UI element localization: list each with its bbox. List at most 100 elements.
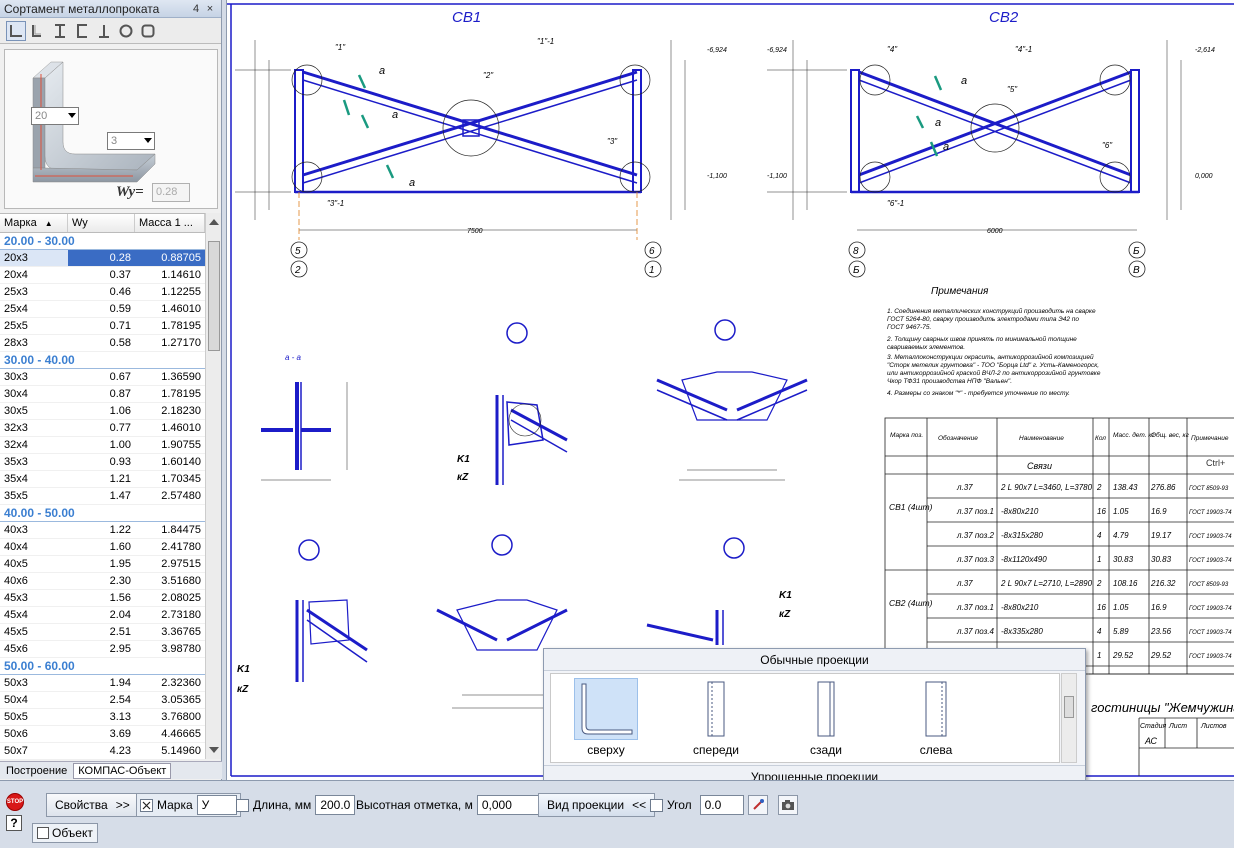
- camera-icon[interactable]: [778, 795, 798, 815]
- spec-cell: л.37 поз.1: [956, 603, 994, 612]
- cell-mass: 2.57480: [161, 490, 201, 502]
- angle-group: Угол 0.0: [650, 795, 744, 815]
- catalog-row[interactable]: 50x5 3.13 3.76800: [0, 709, 205, 726]
- angle-profile-icon[interactable]: [6, 20, 26, 41]
- cell-wy: 0.28: [68, 250, 135, 266]
- catalog-row[interactable]: 30x3 0.67 1.36590: [0, 369, 205, 386]
- cell-marka: 50x6: [4, 728, 28, 740]
- catalog-row[interactable]: 25x5 0.71 1.78195: [0, 318, 205, 335]
- catalog-group-header[interactable]: 50.00 - 60.00: [0, 658, 205, 675]
- callout-4: "4": [887, 45, 898, 54]
- angle-checkbox[interactable]: [650, 798, 663, 812]
- pick-tool-icon[interactable]: [748, 795, 768, 815]
- catalog-row[interactable]: 25x4 0.59 1.46010: [0, 301, 205, 318]
- catalog-row[interactable]: 20x3 0.28 0.88705: [0, 250, 205, 267]
- catalog-row[interactable]: 20x4 0.37 1.14610: [0, 267, 205, 284]
- scroll-up-icon[interactable]: [209, 219, 219, 225]
- spec-cell: ГОСТ 8509-93: [1189, 486, 1229, 492]
- cell-marka: 50x7: [4, 745, 28, 757]
- marka-checkbox[interactable]: [140, 798, 153, 812]
- catalog-row[interactable]: 50x7 4.23 5.14960: [0, 743, 205, 759]
- square-pipe-profile-icon[interactable]: [138, 21, 158, 41]
- pipe-profile-icon[interactable]: [116, 21, 136, 41]
- catalog-row[interactable]: 40x4 1.60 2.41780: [0, 539, 205, 556]
- pin-icon[interactable]: 4: [189, 3, 203, 15]
- catalog-row[interactable]: 32x3 0.77 1.46010: [0, 420, 205, 437]
- length-checkbox[interactable]: [236, 798, 249, 812]
- axis-b1: Б: [853, 265, 860, 276]
- close-icon[interactable]: ×: [203, 3, 217, 15]
- catalog-row[interactable]: 45x5 2.51 3.36765: [0, 624, 205, 641]
- length-input[interactable]: 200.0: [315, 795, 356, 815]
- projection-left[interactable]: слева: [881, 674, 991, 762]
- tab-object[interactable]: Объект: [32, 823, 98, 843]
- catalog-row[interactable]: 40x5 1.95 2.97515: [0, 556, 205, 573]
- catalog-row[interactable]: 30x5 1.06 2.18230: [0, 403, 205, 420]
- catalog-group-header[interactable]: 20.00 - 30.00: [0, 233, 205, 250]
- steel-catalog-panel: Сортамент металлопроката 4 × 20 3 Wy= 0.…: [0, 0, 222, 780]
- help-icon[interactable]: ?: [6, 815, 22, 831]
- angle-input[interactable]: 0.0: [699, 795, 744, 815]
- cell-marka: 28x3: [4, 337, 28, 349]
- kz-label-2: кZ: [237, 684, 249, 695]
- projection-top-label: сверху: [587, 743, 625, 757]
- cell-marka: 40x4: [4, 541, 28, 553]
- spec-head-total-mass: Общ. вес, кг: [1151, 431, 1190, 439]
- catalog-row[interactable]: 28x3 0.58 1.27170: [0, 335, 205, 352]
- tab-construction[interactable]: Построение: [2, 764, 71, 778]
- catalog-row[interactable]: 35x5 1.47 2.57480: [0, 488, 205, 505]
- cell-wy: 0.71: [109, 320, 131, 332]
- catalog-row[interactable]: 32x4 1.00 1.90755: [0, 437, 205, 454]
- catalog-row[interactable]: 45x4 2.04 2.73180: [0, 607, 205, 624]
- catalog-row[interactable]: 50x3 1.94 2.32360: [0, 675, 205, 692]
- catalog-row[interactable]: 25x3 0.46 1.12255: [0, 284, 205, 301]
- width-combo[interactable]: 20: [31, 107, 79, 125]
- thickness-combo[interactable]: 3: [107, 132, 155, 150]
- cell-marka: 40x5: [4, 558, 28, 570]
- spec-cell: ГОСТ 8509-93: [1189, 582, 1229, 588]
- i-beam-profile-icon[interactable]: [50, 21, 70, 41]
- projection-front[interactable]: спереди: [661, 674, 771, 762]
- catalog-group-header[interactable]: 40.00 - 50.00: [0, 505, 205, 522]
- popup-header[interactable]: Обычные проекции: [544, 649, 1085, 671]
- tee-profile-icon[interactable]: [94, 21, 114, 41]
- catalog-row[interactable]: 35x4 1.21 1.70345: [0, 471, 205, 488]
- col-mass[interactable]: Масса 1 ...: [135, 214, 205, 232]
- cell-mass: 1.84475: [161, 524, 201, 536]
- wy-field[interactable]: 0.28: [152, 183, 190, 202]
- spec-cell: 16.9: [1151, 603, 1167, 612]
- col-marka[interactable]: Марка ▲: [0, 214, 68, 232]
- spec-cell: 108.16: [1113, 579, 1138, 588]
- catalog-row[interactable]: 45x3 1.56 2.08025: [0, 590, 205, 607]
- scroll-down-icon[interactable]: [209, 747, 219, 753]
- spec-head-unit-mass: Масс. дет. кг: [1113, 431, 1155, 439]
- catalog-row[interactable]: 50x6 3.69 4.46665: [0, 726, 205, 743]
- catalog-row[interactable]: 40x6 2.30 3.51680: [0, 573, 205, 590]
- col-wy[interactable]: Wy: [68, 214, 135, 232]
- tab-kompas-object[interactable]: КОМПАС-Объект: [73, 762, 172, 779]
- catalog-row[interactable]: 35x3 0.93 1.60140: [0, 454, 205, 471]
- stop-button[interactable]: STOP: [6, 793, 24, 811]
- catalog-row[interactable]: 30x4 0.87 1.78195: [0, 386, 205, 403]
- catalog-row[interactable]: 45x6 2.95 3.98780: [0, 641, 205, 658]
- channel-profile-icon[interactable]: [72, 21, 92, 41]
- cell-wy: 0.59: [109, 303, 131, 315]
- properties-button[interactable]: Свойства >>: [46, 793, 139, 817]
- cell-mass: 2.73180: [161, 609, 201, 621]
- catalog-row[interactable]: 40x3 1.22 1.84475: [0, 522, 205, 539]
- catalog-group-header[interactable]: 30.00 - 40.00: [0, 352, 205, 369]
- unequal-angle-profile-icon[interactable]: [28, 21, 48, 41]
- projection-back-label: сзади: [810, 743, 842, 757]
- projection-top[interactable]: сверху: [551, 674, 661, 762]
- catalog-row[interactable]: 50x4 2.54 3.05365: [0, 692, 205, 709]
- marka-input[interactable]: У: [196, 795, 237, 815]
- projection-scrollbar[interactable]: [1061, 673, 1077, 763]
- view-projection-button[interactable]: Вид проекции <<: [538, 793, 656, 817]
- weld-a-5: а: [935, 117, 941, 129]
- scroll-thumb[interactable]: [1064, 696, 1074, 718]
- catalog-scrollbar[interactable]: [205, 213, 221, 759]
- height-combo[interactable]: 0,000: [476, 795, 539, 815]
- spec-head-name: Наименование: [1019, 435, 1064, 442]
- projection-back[interactable]: сзади: [771, 674, 881, 762]
- scroll-thumb[interactable]: [208, 241, 220, 351]
